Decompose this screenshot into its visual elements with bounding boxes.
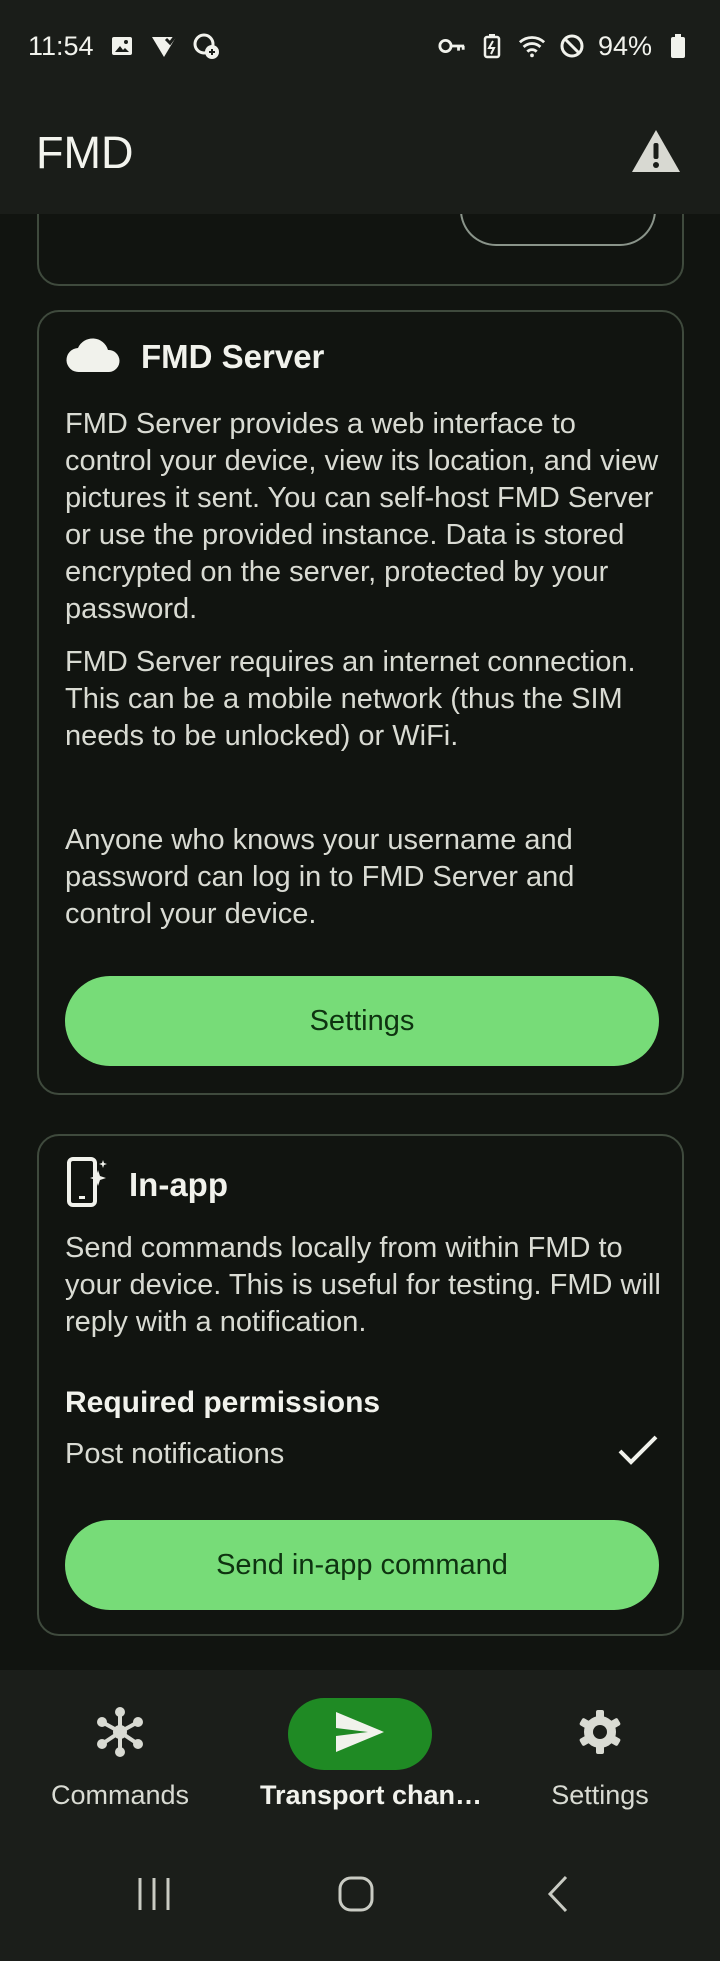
battery-icon [664,32,692,60]
card-header: In-app [65,1156,228,1213]
nav-item-settings[interactable]: Settings [500,1698,700,1811]
permissions-title: Required permissions [65,1386,381,1419]
battery-saver-icon [478,32,506,60]
description-paragraph: Anyone who knows your username and passw… [65,824,575,930]
nav-label: Transport chan… [260,1780,483,1810]
signal-check-icon [150,32,178,60]
system-navigation-bar [0,1830,720,1961]
wifi-icon [518,32,546,60]
nav-icon-container [528,1698,672,1770]
nav-item-transport-channels[interactable]: Transport chan… [260,1698,483,1811]
permission-row: Post notifications [65,1434,659,1474]
check-icon [617,1434,659,1474]
home-icon [337,1875,375,1918]
status-time: 11:54 [28,30,94,61]
description-paragraph: FMD Server requires an internet connecti… [65,646,636,752]
bottom-navigation: Commands Transport chan… Settings [0,1670,720,1830]
hub-icon [92,1704,148,1765]
status-right: 94% [438,31,692,62]
back-icon [546,1874,570,1919]
card-header: FMD Server [65,334,324,379]
sync-icon [192,32,220,60]
card-title: FMD Server [141,337,325,375]
status-bar: 11:54 94% [0,0,720,92]
do-not-disturb-icon [558,32,586,60]
in-app-card: In-app Send commands locally from within… [37,1134,684,1636]
transport-channels-list[interactable]: FMD Server FMD Server provides a web int… [0,214,720,1670]
fmd-server-settings-button[interactable]: Settings [65,976,659,1066]
phone-sparkle-icon [65,1156,109,1213]
nav-icon-container [288,1698,432,1770]
previous-card-button[interactable] [460,214,656,246]
gear-icon [576,1708,624,1761]
status-left: 11:54 [28,31,220,62]
nav-icon-container [48,1698,192,1770]
description-paragraph: Send commands locally from within FMD to… [65,1232,661,1338]
card-title: In-app [129,1165,228,1203]
recents-icon [134,1876,174,1917]
send-in-app-command-button[interactable]: Send in-app command [65,1520,659,1610]
image-icon [108,32,136,60]
previous-card [37,214,684,286]
permission-label: Post notifications [65,1437,285,1470]
description-paragraph: FMD Server provides a web interface to c… [65,408,659,625]
nav-item-commands[interactable]: Commands [20,1698,220,1811]
recents-button[interactable] [124,1866,184,1926]
send-icon [334,1710,386,1759]
vpn-key-icon [438,32,466,60]
app-title: FMD [36,127,134,178]
nav-label: Commands [50,1780,190,1810]
app-bar: FMD [0,92,720,214]
back-button[interactable] [528,1866,588,1926]
nav-label: Settings [551,1780,649,1810]
battery-percent: 94% [597,30,652,61]
home-button[interactable] [326,1866,386,1926]
cloud-icon [65,334,121,379]
warning-button[interactable] [628,125,684,181]
warning-icon [630,128,682,179]
fmd-server-card: FMD Server FMD Server provides a web int… [37,310,684,1095]
